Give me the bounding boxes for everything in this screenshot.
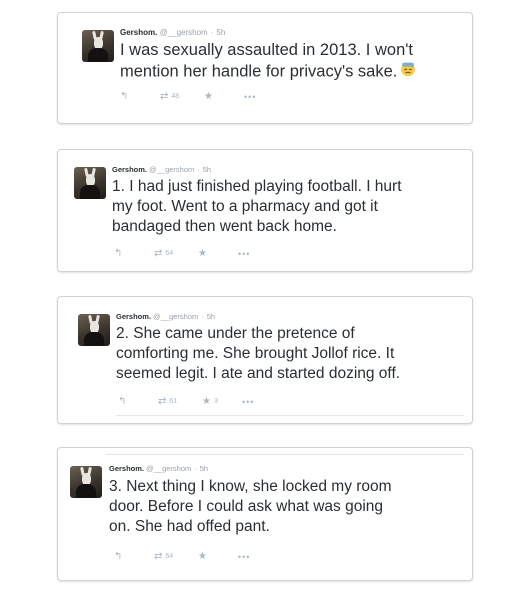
- star-icon: ★: [198, 551, 207, 562]
- separator: ·: [197, 165, 200, 174]
- star-icon: ★: [202, 396, 211, 407]
- retweet-icon: ⇄: [158, 396, 167, 407]
- star-icon: ★: [204, 91, 213, 102]
- retweet-button[interactable]: ⇄ 64: [154, 248, 198, 259]
- favorite-button[interactable]: ★ 3: [202, 396, 242, 407]
- tweet-line: comforting me. She brought Jollof rice. …: [116, 345, 395, 363]
- retweet-count: 64: [165, 250, 174, 257]
- user-handle[interactable]: @__gershom: [149, 165, 194, 174]
- tweet-line: seemed legit. I ate and started dozing o…: [116, 365, 401, 383]
- tweet-actions: ↰ ⇄ 64 ★ •••: [114, 248, 250, 259]
- retweet-button[interactable]: ⇄ 48: [160, 91, 204, 102]
- tweet-line: I was sexually assaulted in 2013. I won'…: [120, 41, 413, 59]
- reply-icon[interactable]: ↰: [114, 248, 154, 259]
- tweet-line: on. She had offed pant.: [109, 518, 270, 536]
- sweat-face-emoji-icon: [400, 61, 416, 83]
- reply-icon[interactable]: ↰: [114, 551, 154, 562]
- favorite-button[interactable]: ★: [204, 91, 244, 102]
- retweet-count: 48: [171, 93, 180, 100]
- user-name[interactable]: Gershom.: [109, 464, 144, 473]
- avatar[interactable]: [74, 167, 106, 199]
- retweet-icon: ⇄: [154, 551, 163, 562]
- tweet-line: 3. Next thing I know, she locked my room: [109, 478, 392, 495]
- retweet-count: 61: [169, 398, 178, 405]
- user-handle[interactable]: @__gershom: [153, 312, 198, 321]
- tweet-meta: Gershom. @__gershom · 5h: [112, 165, 211, 174]
- tweet-actions: ↰ ⇄ 61 ★ 3 •••: [118, 396, 254, 407]
- retweet-icon: ⇄: [160, 91, 169, 102]
- tweet-line: my foot. Went to a pharmacy and got it: [112, 198, 378, 216]
- retweet-button[interactable]: ⇄ 64: [154, 551, 198, 562]
- tweet-meta: Gershom. @__gershom · 5h: [120, 28, 225, 37]
- divider: [106, 454, 464, 455]
- retweet-icon: ⇄: [154, 248, 163, 259]
- retweet-count: 64: [165, 553, 174, 560]
- tweet-card[interactable]: Gershom. @__gershom · 5h 3. Next thing I k…: [57, 447, 473, 581]
- favorite-button[interactable]: ★: [198, 248, 238, 259]
- tweet-meta: Gershom. @__gershom · 5h: [116, 312, 215, 321]
- timestamp[interactable]: 5h: [207, 312, 215, 321]
- tweet-line: 1. I had just finished playing football.…: [112, 178, 402, 195]
- timestamp[interactable]: 5h: [200, 464, 208, 473]
- more-icon[interactable]: •••: [238, 552, 250, 562]
- more-icon[interactable]: •••: [238, 249, 250, 259]
- retweet-button[interactable]: ⇄ 61: [158, 396, 202, 407]
- tweet-actions: ↰ ⇄ 48 ★ •••: [120, 91, 256, 102]
- tweet-card[interactable]: Gershom. @__gershom · 5h 2. She came under…: [57, 296, 473, 424]
- tweet-text: 1. I had just finished playing football.…: [112, 177, 402, 237]
- reply-icon[interactable]: ↰: [120, 91, 160, 102]
- tweet-card[interactable]: Gershom. @__gershom · 5h 1. I had just fin…: [57, 149, 473, 272]
- separator: ·: [201, 312, 204, 321]
- timestamp[interactable]: 5h: [216, 28, 225, 37]
- tweet-line: 2. She came under the pretence of: [116, 325, 355, 342]
- reply-icon[interactable]: ↰: [118, 396, 158, 407]
- tweet-line: bandaged then went back home.: [112, 218, 337, 236]
- timestamp[interactable]: 5h: [203, 165, 211, 174]
- divider: [116, 415, 464, 416]
- tweet-text: I was sexually assaulted in 2013. I won'…: [120, 40, 416, 84]
- tweet-actions: ↰ ⇄ 64 ★ •••: [114, 551, 250, 562]
- favorite-count: 3: [213, 398, 218, 405]
- separator: ·: [194, 464, 197, 473]
- user-name[interactable]: Gershom.: [120, 28, 157, 37]
- avatar[interactable]: [78, 314, 110, 346]
- separator: ·: [210, 28, 214, 37]
- tweet-line: door. Before I could ask what was going: [109, 498, 383, 516]
- user-name[interactable]: Gershom.: [116, 312, 151, 321]
- tweet-card[interactable]: Gershom. @__gershom · 5h I was sexually as…: [57, 12, 473, 124]
- avatar[interactable]: [70, 466, 102, 498]
- star-icon: ★: [198, 248, 207, 259]
- tweet-text: 3. Next thing I know, she locked my room…: [109, 477, 392, 537]
- user-name[interactable]: Gershom.: [112, 165, 147, 174]
- user-handle[interactable]: @__gershom: [160, 28, 208, 37]
- avatar[interactable]: [82, 30, 114, 62]
- more-icon[interactable]: •••: [244, 92, 256, 102]
- tweet-meta: Gershom. @__gershom · 5h: [109, 464, 208, 473]
- tweet-line: mention her handle for privacy's sake.: [120, 63, 398, 82]
- tweet-text: 2. She came under the pretence of comfor…: [116, 324, 400, 384]
- favorite-button[interactable]: ★: [198, 551, 238, 562]
- more-icon[interactable]: •••: [242, 397, 254, 407]
- user-handle[interactable]: @__gershom: [146, 464, 191, 473]
